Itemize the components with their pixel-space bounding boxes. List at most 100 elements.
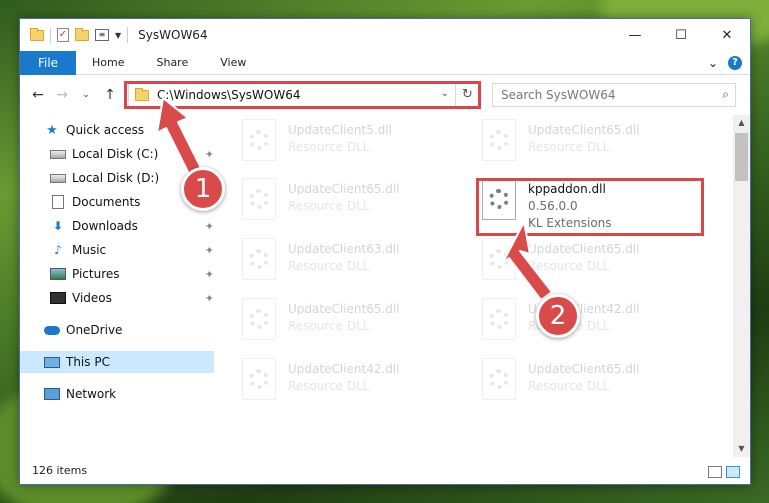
pictures-icon — [50, 267, 66, 281]
explorer-window: ✓ ≡ ▼ SysWOW64 — ☐ ✕ File Home Share Vie… — [19, 18, 751, 485]
sidebar-item-music[interactable]: ♪ Music ✦ — [20, 239, 214, 261]
search-icon[interactable]: ⌕ — [722, 87, 729, 102]
file-highlight-box — [476, 178, 704, 236]
item-count: 126 items — [32, 463, 88, 477]
close-button[interactable]: ✕ — [704, 19, 750, 51]
file-item[interactable]: UpdateClient65.dll Resource DLL — [242, 298, 462, 348]
document-icon — [50, 195, 66, 209]
sidebar-item-downloads[interactable]: ⬇ Downloads ✦ — [20, 215, 214, 237]
sidebar-item-label: OneDrive — [66, 323, 123, 337]
download-icon: ⬇ — [52, 219, 64, 233]
navigation-bar: ← → ⌄ ↑ C:\Windows\SysWOW64 ⌄ ↻ Search S… — [20, 75, 750, 115]
search-placeholder: Search SysWOW64 — [501, 88, 616, 102]
dll-file-icon — [482, 298, 516, 340]
sidebar-item-label: Music — [72, 243, 107, 257]
file-name: UpdateClient65.dll — [528, 123, 640, 137]
sidebar-item-network[interactable]: Network — [20, 383, 214, 405]
customize-icon[interactable]: ≡ — [95, 29, 109, 41]
sidebar-item-label: Network — [66, 387, 117, 401]
disk-icon — [50, 147, 66, 161]
pin-icon[interactable]: ✦ — [205, 244, 214, 257]
file-item[interactable]: UpdateClient65.dll Resource DLL — [482, 358, 702, 408]
pc-icon — [44, 355, 60, 369]
tab-share[interactable]: Share — [140, 56, 204, 69]
title-bar: ✓ ≡ ▼ SysWOW64 — ☐ ✕ — [20, 19, 750, 51]
file-type: Resource DLL — [528, 140, 610, 154]
view-switcher — [708, 466, 740, 478]
tab-home[interactable]: Home — [76, 56, 140, 69]
pin-icon[interactable]: ✦ — [205, 292, 214, 305]
scrollbar-thumb[interactable] — [735, 133, 748, 181]
maximize-button[interactable]: ☐ — [658, 19, 704, 51]
vertical-scrollbar[interactable]: ▲ ▼ — [733, 115, 750, 457]
file-name: UpdateClient65.dll — [528, 362, 640, 376]
tab-view[interactable]: View — [204, 56, 262, 69]
sidebar-item-label: Documents — [72, 195, 141, 209]
dll-file-icon — [242, 298, 276, 340]
file-item[interactable]: UpdateClient65.dll Resource DLL — [482, 119, 702, 169]
step-1-badge: 1 — [181, 167, 225, 211]
large-icons-view-icon[interactable] — [726, 466, 740, 478]
sidebar-item-onedrive[interactable]: OneDrive — [20, 319, 214, 341]
divider — [50, 27, 51, 43]
pin-icon[interactable]: ✦ — [205, 268, 214, 281]
navigation-pane: ★ Quick access Local Disk (C:) ✦ Local D… — [20, 115, 214, 455]
up-button[interactable]: ↑ — [98, 87, 122, 103]
file-type: Resource DLL — [528, 259, 610, 273]
file-type: Resource DLL — [288, 319, 370, 333]
details-view-icon[interactable] — [708, 466, 722, 478]
file-name: UpdateClient42.dll — [288, 362, 400, 376]
file-item[interactable]: UpdateClient42.dllResource DLL — [482, 298, 702, 348]
dll-file-icon — [242, 178, 276, 220]
dll-file-icon — [242, 358, 276, 400]
new-folder-icon[interactable] — [75, 27, 89, 41]
status-bar: 126 items — [20, 456, 750, 484]
pin-icon[interactable]: ✦ — [205, 220, 214, 233]
file-type: Resource DLL — [528, 379, 610, 393]
file-list: UpdateClient5.dll Resource DLL UpdateClie… — [220, 115, 730, 459]
file-name: UpdateClient5.dll — [288, 123, 392, 137]
videos-icon — [50, 291, 66, 305]
dll-file-icon — [242, 238, 276, 280]
properties-check-icon[interactable]: ✓ — [57, 28, 69, 42]
sidebar-item-label: Local Disk (D:) — [72, 171, 160, 185]
file-name: UpdateClient65.dll — [288, 182, 400, 196]
file-item[interactable]: UpdateClient63.dll Resource DLL — [242, 238, 462, 288]
scroll-up-icon[interactable]: ▲ — [733, 115, 750, 131]
file-type: Resource DLL — [288, 379, 370, 393]
file-item[interactable]: UpdateClient5.dll Resource DLL — [242, 119, 462, 169]
recent-locations-button[interactable]: ⌄ — [74, 90, 98, 100]
folder-icon — [30, 27, 44, 41]
back-button[interactable]: ← — [26, 87, 50, 103]
sidebar-item-label: This PC — [66, 355, 110, 369]
search-input[interactable]: Search SysWOW64 ⌕ — [492, 83, 736, 107]
tab-file[interactable]: File — [20, 50, 76, 75]
expand-ribbon-icon[interactable]: ⌄ — [708, 56, 718, 70]
help-icon[interactable]: ? — [728, 55, 742, 70]
forward-button[interactable]: → — [50, 87, 74, 103]
chevron-down-icon[interactable]: ▼ — [115, 31, 121, 40]
file-name: UpdateClient65.dll — [288, 302, 400, 316]
sidebar-item-quick-access[interactable]: ★ Quick access — [20, 119, 214, 141]
minimize-button[interactable]: — — [612, 19, 658, 51]
network-icon — [44, 387, 60, 401]
sidebar-item-pictures[interactable]: Pictures ✦ — [20, 263, 214, 285]
file-item[interactable]: UpdateClient65.dll Resource DLL — [482, 238, 702, 288]
sidebar-item-label: Local Disk (C:) — [72, 147, 159, 161]
sidebar-item-this-pc[interactable]: This PC — [20, 351, 214, 373]
file-name: UpdateClient65.dll — [528, 242, 640, 256]
sidebar-item-local-disk-c[interactable]: Local Disk (C:) ✦ — [20, 143, 214, 165]
disk-icon — [50, 171, 66, 185]
music-icon: ♪ — [54, 243, 62, 257]
file-item[interactable]: UpdateClient65.dll Resource DLL — [242, 178, 462, 228]
pin-icon[interactable]: ✦ — [205, 148, 214, 161]
file-item[interactable]: UpdateClient42.dll Resource DLL — [242, 358, 462, 408]
file-type: Resource DLL — [288, 199, 370, 213]
window-title: SysWOW64 — [138, 28, 208, 42]
ribbon: File Home Share View ⌄ ? — [20, 50, 750, 75]
scroll-down-icon[interactable]: ▼ — [733, 441, 750, 457]
sidebar-item-label: Quick access — [66, 123, 145, 137]
step-2-badge: 2 — [536, 294, 580, 338]
sidebar-item-videos[interactable]: Videos ✦ — [20, 287, 214, 309]
ribbon-right-controls: ⌄ ? — [708, 55, 742, 70]
